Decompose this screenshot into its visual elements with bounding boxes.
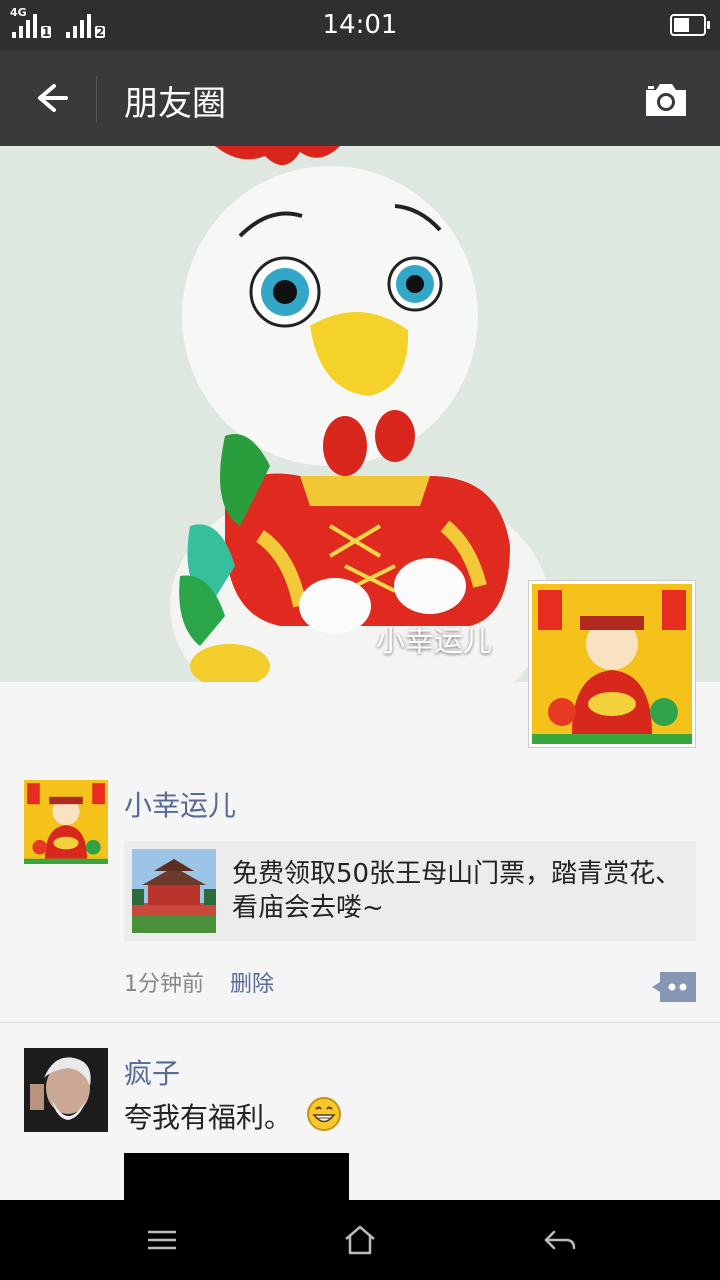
home-button[interactable] — [340, 1220, 380, 1260]
post-separator — [0, 1022, 720, 1023]
post-author-name[interactable]: 小幸运儿 — [124, 784, 236, 824]
app-header: 朋友圈 — [0, 50, 720, 146]
post-timestamp: 1分钟前 — [124, 972, 204, 997]
cover-username: 小幸运儿 — [376, 624, 493, 658]
delete-button[interactable]: 删除 — [230, 966, 274, 998]
temple-picture — [132, 849, 216, 933]
share-title: 免费领取50张王母山门票，踏青赏花、看庙会去喽~ — [232, 859, 682, 923]
post-author-name[interactable]: 疯子 — [124, 1052, 180, 1092]
post-avatar[interactable] — [24, 780, 108, 864]
grin-emoji-icon — [306, 1096, 342, 1132]
arrow-left-icon — [38, 84, 68, 112]
system-nav-bar — [0, 1200, 720, 1280]
share-thumbnail — [132, 849, 216, 933]
post-media[interactable] — [124, 1153, 349, 1200]
nav-back-button[interactable] — [540, 1220, 580, 1260]
header-divider — [96, 76, 97, 122]
avatar-old-man-picture — [24, 1048, 108, 1132]
page-title: 朋友圈 — [124, 84, 226, 124]
status-bar: 4G 1 2 14:01 — [0, 0, 720, 50]
shared-link-card[interactable]: 免费领取50张王母山门票，踏青赏花、看庙会去喽~ — [124, 841, 696, 941]
comment-button[interactable] — [652, 972, 696, 1002]
comment-dots-icon — [652, 972, 696, 1002]
post-avatar[interactable] — [24, 1048, 108, 1132]
back-button[interactable] — [20, 74, 76, 122]
camera-button[interactable] — [642, 80, 690, 120]
menu-icon — [148, 1230, 176, 1250]
avatar-caishen-picture — [24, 780, 108, 864]
home-icon — [345, 1225, 375, 1255]
menu-button[interactable] — [142, 1220, 182, 1260]
avatar-caishen-picture — [532, 584, 692, 744]
clock: 14:01 — [322, 10, 398, 40]
camera-icon — [646, 84, 686, 116]
profile-avatar[interactable] — [528, 580, 696, 748]
post-text: 夸我有福利。 — [124, 1101, 293, 1134]
battery-icon — [670, 14, 710, 36]
back-icon — [544, 1230, 576, 1250]
